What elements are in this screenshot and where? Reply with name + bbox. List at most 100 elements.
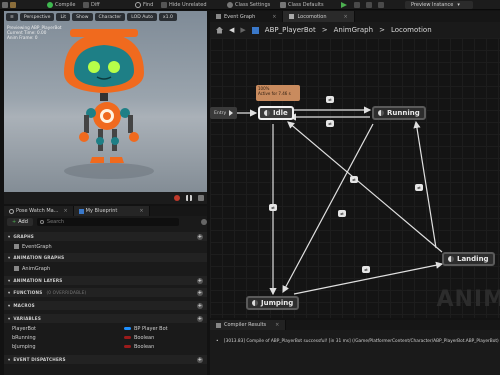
settings-icon[interactable] (201, 219, 207, 225)
add-function-icon[interactable]: + (197, 289, 203, 296)
state-idle[interactable]: Idle (258, 106, 294, 120)
close-icon[interactable]: × (344, 14, 348, 20)
functions-overridable-count: (0 OVERRIDABLE) (46, 290, 87, 295)
class-settings-button[interactable]: Class Settings (227, 1, 270, 9)
pause-icon[interactable] (186, 195, 192, 201)
back-icon[interactable]: ◀ (229, 26, 234, 34)
add-icon: + (12, 219, 17, 225)
variable-row[interactable]: PlayerBot BP Player Bot (4, 324, 207, 333)
add-macro-icon[interactable]: + (197, 302, 203, 309)
variable-row[interactable]: bRunning Boolean (4, 333, 207, 342)
transition-icon[interactable]: ⇄ (269, 204, 277, 211)
section-macros-label: MACROS (13, 303, 35, 308)
add-dispatcher-icon[interactable]: + (197, 356, 203, 363)
section-animation-graphs-label: ANIMATION GRAPHS (13, 255, 65, 260)
breadcrumb-blueprint[interactable]: ABP_PlayerBot (265, 26, 316, 34)
tab-pose-watch[interactable]: Pose Watch Ma... × (4, 206, 74, 216)
anim-graph-icon (14, 266, 19, 271)
save-icon[interactable] (2, 1, 8, 9)
variable-type-label: BP Player Bot (134, 325, 168, 332)
entry-node[interactable]: Entry (210, 107, 238, 119)
find-icon (135, 2, 141, 8)
add-layer-icon[interactable]: + (197, 277, 203, 284)
step-icon[interactable] (198, 195, 204, 201)
section-event-dispatchers[interactable]: ▾ EVENT DISPATCHERS + (4, 355, 207, 364)
stop-icon[interactable] (366, 1, 372, 9)
chevron-down-icon: ▾ (8, 234, 11, 239)
playback-controls (4, 192, 207, 204)
transition-icon[interactable]: ⇄ (350, 176, 358, 183)
breadcrumb-anim-graph[interactable]: AnimGraph (334, 26, 373, 34)
search-input[interactable]: Search (36, 218, 180, 226)
diff-button[interactable]: Diff (83, 1, 100, 9)
robot-character (64, 29, 154, 179)
tab-my-blueprint[interactable]: My Blueprint × (73, 206, 150, 216)
class-settings-label: Class Settings (235, 2, 271, 8)
section-variables[interactable]: ▾ VARIABLES + (4, 314, 207, 323)
state-running[interactable]: Running (372, 106, 426, 120)
section-graphs[interactable]: ▾ GRAPHS + (4, 232, 207, 241)
section-functions[interactable]: ▾ FUNCTIONS (0 OVERRIDABLE) + (4, 288, 207, 297)
chevron-down-icon: ▾ (8, 357, 11, 362)
close-icon[interactable]: × (63, 208, 67, 214)
record-icon[interactable] (174, 195, 180, 201)
list-item-event-graph[interactable]: EventGraph (4, 242, 207, 251)
state-machine-graph[interactable]: Entry 100% Active for 7.46 s Idle Runnin… (210, 38, 500, 318)
add-graph-icon[interactable]: + (197, 233, 203, 240)
pause-icon-top[interactable] (378, 1, 384, 9)
list-item-anim-graph[interactable]: AnimGraph (4, 264, 207, 273)
preview-viewport[interactable]: ≡ Perspective Lit Show Character LOD Aut… (4, 11, 207, 204)
hide-unrelated-button[interactable]: Hide Unrelated (161, 1, 207, 9)
blueprint-icon (251, 26, 259, 34)
section-animation-layers[interactable]: ▾ ANIMATION LAYERS + (4, 276, 207, 285)
section-macros[interactable]: ▾ MACROS + (4, 301, 207, 310)
browse-icon[interactable] (10, 1, 16, 9)
play-button[interactable] (341, 1, 347, 9)
class-defaults-label: Class Defaults (288, 2, 324, 8)
state-landing[interactable]: Landing (442, 252, 495, 266)
graph-watermark: ANIM (436, 287, 500, 312)
forward-icon[interactable]: ▶ (240, 26, 245, 34)
section-graphs-label: GRAPHS (13, 234, 35, 239)
state-running-label: Running (387, 109, 420, 117)
preview-instance-label: Preview Instance (411, 2, 454, 8)
transition-icon[interactable]: ⇄ (338, 210, 346, 217)
transition-icon[interactable]: ⇄ (326, 96, 334, 103)
tab-compiler-results[interactable]: Compiler Results × (210, 320, 287, 330)
transition-icon[interactable]: ⇄ (362, 266, 370, 273)
state-active-tooltip: 100% Active for 7.46 s (256, 85, 300, 101)
home-icon[interactable] (216, 26, 223, 34)
close-icon[interactable]: × (139, 208, 143, 214)
class-defaults-button[interactable]: Class Defaults (280, 1, 324, 9)
variable-type[interactable]: Boolean (124, 344, 154, 350)
compile-label: Compile (55, 2, 76, 8)
tooltip-active-time: Active for 7.46 s (258, 91, 291, 96)
tab-compiler-results-label: Compiler Results (224, 322, 267, 328)
state-jumping[interactable]: Jumping (246, 296, 300, 310)
variable-type[interactable]: Boolean (124, 335, 154, 341)
bullet-icon: • (216, 339, 219, 344)
transition-icon[interactable]: ⇄ (415, 184, 423, 191)
preview-instance-dropdown[interactable]: Preview Instance ▾ (405, 1, 473, 9)
transition-icon[interactable]: ⇄ (326, 120, 334, 127)
find-button[interactable]: Find (135, 1, 153, 9)
variable-type[interactable]: BP Player Bot (124, 326, 168, 332)
skip-icon[interactable] (354, 1, 360, 9)
compile-button[interactable]: Compile (47, 1, 75, 9)
section-animation-graphs[interactable]: ▾ ANIMATION GRAPHS (4, 253, 207, 262)
variable-row[interactable]: bJumping Boolean (4, 342, 207, 351)
variable-name: bRunning (12, 334, 36, 341)
variable-type-label: Boolean (134, 343, 155, 350)
close-icon[interactable]: × (275, 322, 279, 328)
graph-tabs: Event Graph × Locomotion × (210, 11, 500, 22)
add-variable-icon[interactable]: + (197, 315, 203, 322)
close-icon[interactable]: × (272, 14, 276, 20)
tab-event-graph[interactable]: Event Graph × (210, 11, 284, 22)
variable-name: bJumping (12, 343, 36, 350)
add-button[interactable]: + Add (7, 218, 33, 226)
play-icon (341, 2, 347, 8)
boolean-type-pill (124, 345, 131, 348)
tab-locomotion[interactable]: Locomotion × (283, 11, 355, 22)
breadcrumb-locomotion[interactable]: Locomotion (391, 26, 432, 34)
my-blueprint-panel: + Add Search ▾ GRAPHS + EventGraph ▾ ANI… (4, 216, 207, 375)
